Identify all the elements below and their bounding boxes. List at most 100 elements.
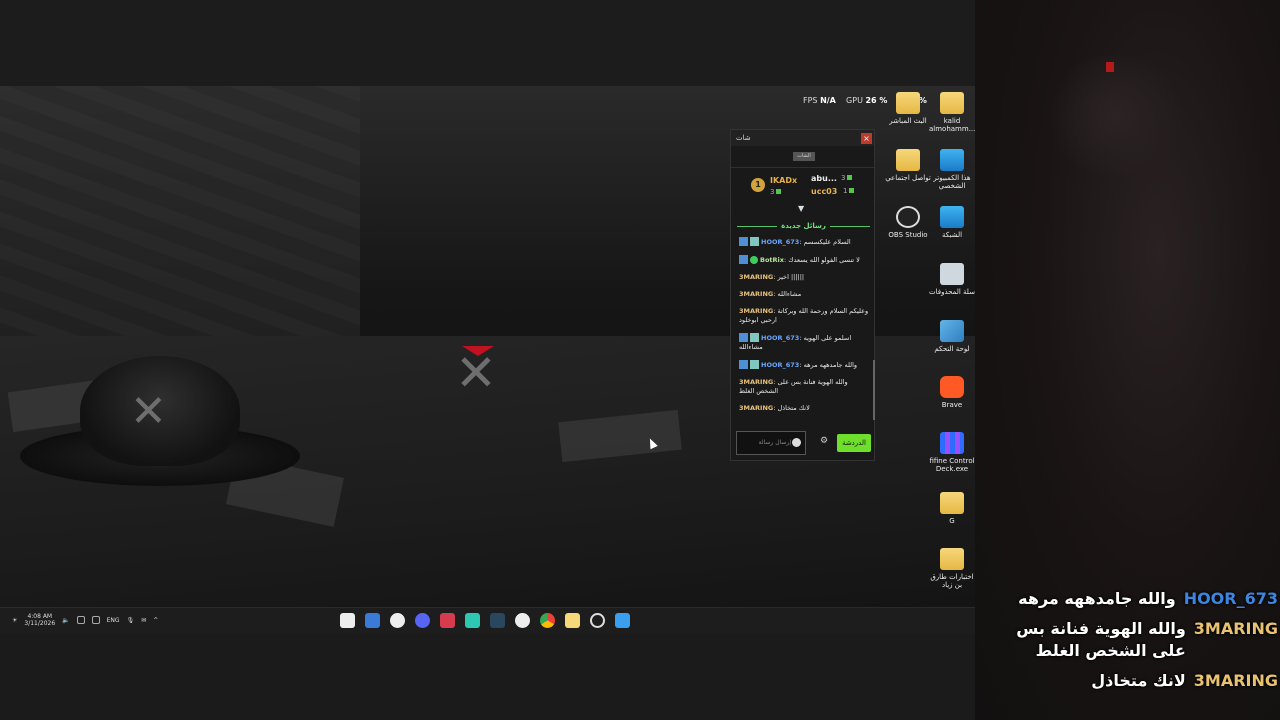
desktop-icon-social[interactable]: تواصل اجتماعي: [885, 149, 931, 182]
desktop-icon-this-pc[interactable]: هذا الكمبيوتر الشخصي: [929, 149, 975, 190]
leader-name: ucc03: [811, 187, 838, 196]
wallpaper-x-logo: ✕: [130, 386, 167, 437]
chevron-up-icon[interactable]: ^: [153, 617, 158, 624]
desktop-icon-tests[interactable]: اختبارات طارق بن زياد: [929, 548, 975, 589]
overlay-username: HOOR_673: [1183, 589, 1278, 608]
leader-count: 3: [841, 174, 853, 182]
overlay-message: لانك متخاذل 3MARING: [978, 670, 1278, 692]
folder-icon: [940, 92, 964, 114]
display-icon[interactable]: [76, 616, 85, 624]
network-icon[interactable]: [91, 616, 100, 624]
chat-message: BotRix: لا تنسى الفولو الله يسعدك: [739, 255, 869, 265]
verified-icon: [750, 256, 758, 264]
steam-icon[interactable]: [490, 613, 505, 628]
chat-username[interactable]: BotRix: [760, 256, 784, 264]
notifications-icon[interactable]: ✉: [141, 617, 146, 624]
desktop-icon-brave[interactable]: Brave: [929, 376, 975, 409]
top-black-band: [0, 0, 975, 86]
desktop-icon-kalid[interactable]: kalid almohamm...: [929, 92, 975, 133]
taskbar: ☀ 4:08 AM 3/11/2026 🔈 ENG 🎙 ✉ ^: [0, 607, 975, 634]
chat-username[interactable]: 3MARING: [739, 378, 773, 386]
overlay-message: والله الهوية فنانة بس على الشخص الغلط 3M…: [978, 618, 1278, 662]
discord-icon[interactable]: [415, 613, 430, 628]
clock[interactable]: 4:08 AM 3/11/2026: [24, 613, 55, 627]
taskbar-apps: [340, 613, 630, 628]
chat-scrollbar[interactable]: [873, 360, 875, 420]
desktop-icon-control-panel[interactable]: لوحة التحكم: [929, 320, 975, 353]
gear-icon[interactable]: ⚙: [820, 436, 828, 446]
sub-badge-icon: [739, 237, 748, 246]
windows-start-icon[interactable]: [615, 613, 630, 628]
new-messages-label: رسائل جديدة: [781, 222, 826, 230]
chat-message: HOOR_673: السلام عليكسسم: [739, 237, 869, 247]
folder-icon: [940, 492, 964, 514]
app-icon[interactable]: [440, 613, 455, 628]
app-icon[interactable]: [365, 613, 380, 628]
chat-username[interactable]: HOOR_673: [761, 334, 799, 342]
stream-chat-overlay: والله جامدههه مرهه HOOR_673 والله الهوية…: [978, 588, 1278, 700]
recycle-bin-icon: [940, 263, 964, 285]
desktop-icon-obs[interactable]: OBS Studio: [885, 206, 931, 239]
desktop-icon-label: الشبكة: [941, 231, 963, 239]
overlay-text: لانك متخاذل: [1091, 671, 1186, 690]
chat-username[interactable]: 3MARING: [739, 404, 773, 412]
chat-username[interactable]: 3MARING: [739, 290, 773, 298]
weather-icon[interactable]: ☀: [12, 617, 17, 624]
leader-name: abu...: [811, 174, 837, 183]
divider: [731, 167, 874, 168]
desktop-icon-label: البث المباشر: [889, 117, 927, 125]
app-icon[interactable]: [465, 613, 480, 628]
chat-tab[interactable]: الشات: [793, 152, 815, 161]
chat-username[interactable]: 3MARING: [739, 307, 773, 315]
search-icon[interactable]: [590, 613, 605, 628]
chat-username[interactable]: HOOR_673: [761, 238, 799, 246]
divider: [737, 225, 778, 227]
control-panel-icon: [940, 320, 964, 342]
desktop-icon-control-deck[interactable]: fifine Control Deck.exe: [929, 432, 975, 473]
chat-text: السلام عليكسسم: [803, 238, 851, 246]
folder-icon: [940, 548, 964, 570]
desktop-icon-label: G: [949, 517, 955, 525]
chat-text: مشاءالله: [777, 290, 802, 298]
chevron-down-icon[interactable]: ▼: [798, 204, 804, 213]
chat-message: 3MARING: مشاءالله: [739, 290, 802, 298]
system-tray: ☀ 4:08 AM 3/11/2026 🔈 ENG 🎙 ✉ ^: [12, 613, 158, 627]
send-chat-button[interactable]: الدردشة: [837, 434, 871, 452]
desktop-icon-recycle-bin[interactable]: سلة المحذوفات: [929, 263, 975, 296]
brave-icon: [940, 376, 964, 398]
chat-message: HOOR_673: اسلمو على الهويه مشاءالله: [739, 333, 852, 351]
leader-count: 3: [770, 188, 782, 196]
desktop-icon-label: OBS Studio: [888, 231, 928, 239]
microphone-icon[interactable]: 🎙: [127, 617, 135, 624]
gpu-label: GPU: [846, 96, 863, 105]
desktop-icon-g[interactable]: G: [929, 492, 975, 525]
chat-username[interactable]: HOOR_673: [761, 361, 799, 369]
red-indicator: [1106, 62, 1114, 72]
desktop-icon-network[interactable]: الشبكة: [929, 206, 975, 239]
notes-app-icon[interactable]: [340, 613, 355, 628]
leader-count: 1: [843, 187, 855, 195]
gem-icon: [776, 189, 782, 194]
chat-text: اخير ||||||: [777, 273, 805, 281]
desktop-icon-label: اختبارات طارق بن زياد: [930, 573, 974, 589]
rank-badge-icon: 1: [751, 178, 765, 192]
clock-date: 3/11/2026: [24, 620, 56, 627]
chat-message: 3MARING: لانك متخاذل: [739, 404, 810, 412]
badge-icon: [750, 237, 759, 246]
desktop-icon-label: لوحة التحكم: [934, 345, 970, 353]
close-button[interactable]: ×: [861, 132, 872, 144]
chat-title-bar[interactable]: شات ×: [731, 130, 874, 146]
wallpaper-red-accent: [462, 346, 494, 356]
volume-icon[interactable]: 🔈: [62, 617, 69, 624]
file-explorer-icon[interactable]: [565, 613, 580, 628]
app-icon[interactable]: [515, 613, 530, 628]
overlay-message: والله جامدههه مرهه HOOR_673: [978, 588, 1278, 610]
chat-text: لا تنسى الفولو الله يسعدك: [788, 256, 860, 264]
game-app-icon[interactable]: [390, 613, 405, 628]
folder-icon: [896, 149, 920, 171]
language-indicator[interactable]: ENG: [107, 617, 120, 624]
chrome-icon[interactable]: [540, 613, 555, 628]
emoji-icon[interactable]: [792, 438, 801, 447]
chat-username[interactable]: 3MARING: [739, 273, 773, 281]
desktop-icon-live[interactable]: البث المباشر: [885, 92, 931, 125]
